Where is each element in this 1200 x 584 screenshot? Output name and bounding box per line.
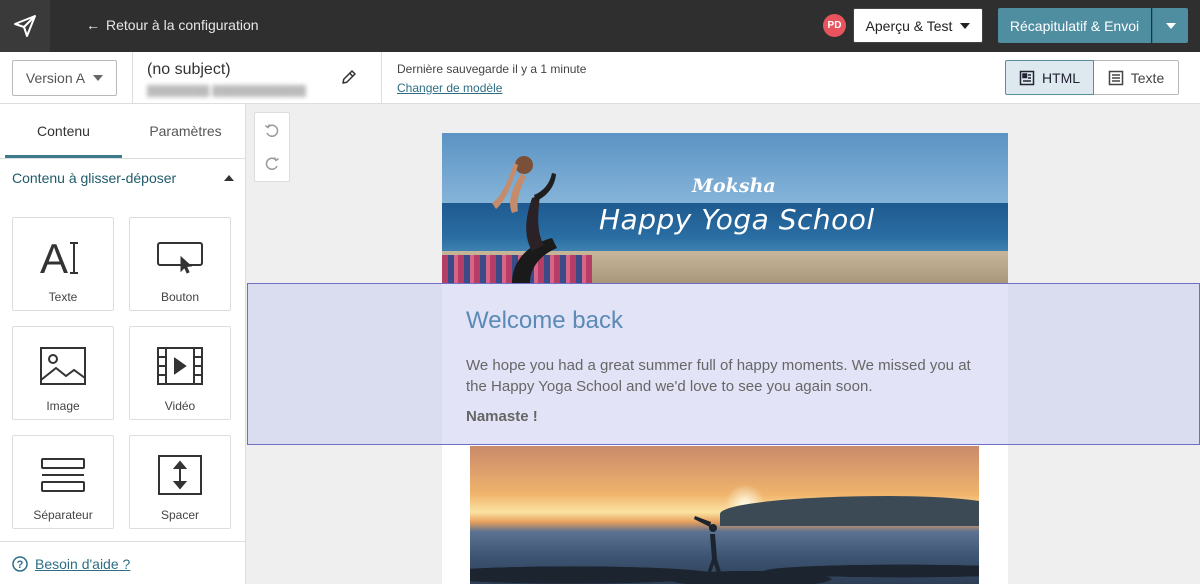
image-icon (13, 341, 113, 391)
html-format-button[interactable]: HTML (1005, 60, 1094, 95)
divider (381, 52, 382, 104)
tab-settings[interactable]: Paramètres (125, 104, 246, 158)
svg-text:?: ? (17, 559, 24, 571)
block-image[interactable]: Image (12, 326, 114, 420)
block-video[interactable]: Vidéo (129, 326, 231, 420)
summary-send-button[interactable]: Récapitulatif & Envoi (998, 8, 1151, 43)
text-format-button[interactable]: Texte (1094, 60, 1179, 95)
text-icon: A (13, 232, 113, 282)
version-label: Version A (25, 70, 86, 86)
save-status: Dernière sauvegarde il y a 1 minute (397, 62, 587, 76)
version-select[interactable]: Version A (12, 60, 117, 96)
tab-content[interactable]: Contenu (5, 104, 122, 158)
paper-plane-icon (14, 15, 36, 37)
back-label: Retour à la configuration (106, 17, 259, 33)
block-label: Spacer (160, 508, 200, 522)
arrow-left-icon: ← (86, 17, 100, 33)
content-sidebar: Contenu Paramètres Contenu à glisser-dép… (0, 104, 246, 584)
svg-text:A: A (40, 235, 68, 279)
top-bar: ← Retour à la configuration PD Aperçu & … (0, 0, 1200, 52)
back-to-configuration-link[interactable]: ← Retour à la configuration (86, 17, 259, 33)
separator-icon (13, 450, 113, 500)
help-link[interactable]: ? Besoin d'aide ? (12, 556, 130, 572)
hero-image-block[interactable]: Moksha Happy Yoga School (442, 133, 1008, 283)
sunset-image-block[interactable] (470, 446, 979, 584)
summary-send-dropdown[interactable] (1152, 8, 1188, 43)
rocks (470, 551, 979, 584)
block-label: Bouton (160, 290, 200, 304)
email-signoff[interactable]: Namaste ! (466, 408, 538, 425)
block-label: Texte (48, 290, 78, 304)
block-label: Vidéo (164, 399, 196, 413)
redo-button[interactable] (255, 149, 289, 179)
hero-brand: Moksha (692, 175, 776, 197)
divider (0, 541, 246, 542)
caret-down-icon (1165, 22, 1176, 29)
caret-down-icon (960, 22, 971, 29)
preview-test-button[interactable]: Aperçu & Test (853, 8, 983, 43)
help-label: Besoin d'aide ? (35, 556, 131, 572)
text-doc-icon (1108, 70, 1124, 85)
help-icon: ? (12, 556, 28, 572)
history-controls (254, 112, 290, 182)
block-separator[interactable]: Séparateur (12, 435, 114, 529)
drag-drop-section-toggle[interactable]: Contenu à glisser-déposer (12, 170, 234, 186)
app-logo[interactable] (0, 0, 50, 52)
spacer-icon (130, 450, 230, 500)
divider (132, 52, 133, 104)
undo-button[interactable] (255, 116, 289, 146)
email-subject[interactable]: (no subject) (147, 61, 231, 79)
subject-preview-blurred: ████████ ████████████ (147, 85, 306, 97)
section-title: Contenu à glisser-déposer (12, 170, 177, 186)
pencil-icon[interactable] (340, 68, 358, 91)
caret-down-icon (93, 75, 104, 81)
undo-icon (265, 124, 279, 137)
email-paragraph[interactable]: We hope you had a great summer full of h… (466, 355, 986, 397)
change-model-link[interactable]: Changer de modèle (397, 81, 502, 95)
email-heading[interactable]: Welcome back (466, 307, 623, 335)
block-button[interactable]: Bouton (129, 217, 231, 311)
html-format-label: HTML (1041, 69, 1081, 86)
hero-title: Happy Yoga School (599, 203, 875, 236)
yoga-figure (492, 156, 557, 283)
redo-icon (265, 157, 279, 170)
preview-test-label: Aperçu & Test (865, 17, 953, 34)
caret-up-icon (224, 175, 234, 181)
block-label: Image (46, 399, 80, 413)
block-spacer[interactable]: Spacer (129, 435, 231, 529)
editor-header: Version A (no subject) ████████ ████████… (0, 52, 1200, 104)
html-doc-icon (1019, 70, 1035, 85)
video-icon (130, 341, 230, 391)
block-label: Séparateur (33, 508, 93, 522)
button-icon (130, 232, 230, 282)
divider (0, 158, 246, 159)
text-format-label: Texte (1130, 69, 1165, 86)
block-text[interactable]: A Texte (12, 217, 114, 311)
avatar[interactable]: PD (823, 14, 846, 37)
